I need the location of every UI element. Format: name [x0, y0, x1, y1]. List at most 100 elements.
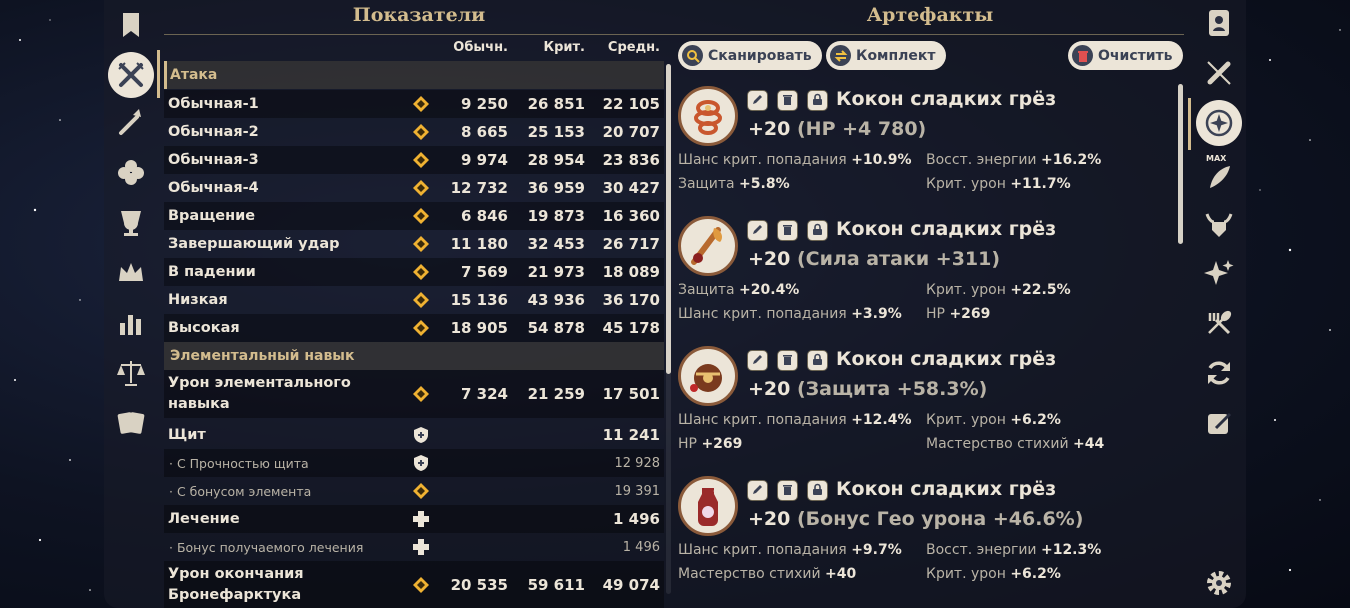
- stat-average: 22 105: [602, 95, 660, 113]
- artifact-card[interactable]: Кокон сладких грёз +20 (Сила атаки +311) З…: [678, 212, 1178, 342]
- delete-button[interactable]: [777, 480, 798, 501]
- trash-icon: [781, 221, 794, 240]
- artifact-name: Кокон сладких грёз: [836, 88, 1057, 110]
- artifact-substat: Защита +5.8%: [678, 176, 790, 192]
- clear-button[interactable]: Очистить: [1068, 41, 1183, 70]
- character-card-icon[interactable]: [1202, 6, 1236, 40]
- stat-label: Обычная-2: [168, 124, 259, 140]
- artifact-card[interactable]: Кокон сладких грёз +20 (Защита +58.3%) Шан…: [678, 342, 1178, 472]
- stat-average: 45 178: [602, 319, 660, 337]
- artifact-substat: Шанс крит. попадания +10.9%: [678, 152, 912, 168]
- sparkles-icon[interactable]: [1202, 256, 1236, 290]
- flower-icon[interactable]: [110, 152, 152, 194]
- lock-button[interactable]: [807, 480, 828, 501]
- pencil-icon: [751, 351, 764, 370]
- pencil-icon: [751, 221, 764, 240]
- artifact-substat: Крит. урон +11.7%: [926, 176, 1071, 192]
- edit-button[interactable]: [747, 480, 768, 501]
- lock-icon: [811, 351, 824, 370]
- stat-row-attack: Вращение 6 846 19 873 16 360: [164, 202, 664, 230]
- pencil-icon: [751, 91, 764, 110]
- sword-upgrade-icon[interactable]: [110, 102, 152, 144]
- stat-label: Вращение: [168, 208, 256, 224]
- artifact-image[interactable]: [678, 86, 738, 146]
- stat-crit: 26 851: [527, 95, 585, 113]
- constellation-icon[interactable]: [1196, 100, 1242, 146]
- stat-row-attack: Обычная-3 9 974 28 954 23 836: [164, 146, 664, 174]
- stat-label: Завершающий удар: [168, 236, 340, 252]
- stat-average: 20 707: [602, 123, 660, 141]
- sword-off-icon[interactable]: [1202, 56, 1236, 90]
- set-button[interactable]: Комплект: [826, 41, 946, 70]
- feather-icon[interactable]: [1202, 160, 1236, 194]
- artifact-main-stat: (HP +4 780): [797, 118, 927, 140]
- horned-helmet-icon[interactable]: [1202, 208, 1236, 242]
- refresh-icon[interactable]: [1202, 356, 1236, 390]
- artifact-card[interactable]: Кокон сладких грёз +20 (Бонус Гео урона +…: [678, 472, 1178, 602]
- shield-icon: [414, 455, 428, 471]
- scan-button[interactable]: Сканировать: [678, 41, 822, 70]
- stat-crit: 21 973: [527, 263, 585, 281]
- stat-normal: 7 569: [461, 263, 508, 281]
- artifact-substat: Мастерство стихий +40: [678, 566, 857, 582]
- stat-crit: 25 153: [527, 123, 585, 141]
- geo-element-icon: [413, 124, 429, 140]
- stat-row-armor-end: Урон окончания Бронефарктука 20 535 59 6…: [164, 561, 664, 608]
- artifact-image[interactable]: [678, 346, 738, 406]
- delete-button[interactable]: [777, 350, 798, 371]
- artifact-card[interactable]: Кокон сладких грёз +20 (HP +4 780) Шанс кр…: [678, 82, 1178, 212]
- artifact-substat: HP +269: [926, 306, 991, 322]
- stat-normal: 12 732: [450, 179, 508, 197]
- stat-crit: 19 873: [527, 207, 585, 225]
- stat-row-skill-dmg: Урон элементального навыка 7 324 21 259 …: [164, 370, 664, 418]
- stat-label: В падении: [168, 264, 256, 280]
- artifact-image[interactable]: [678, 216, 738, 276]
- trash-icon: [781, 351, 794, 370]
- artifacts-scrollbar[interactable]: [1178, 84, 1183, 244]
- column-header-crit: Крит.: [543, 40, 585, 55]
- gear-icon[interactable]: [1202, 566, 1236, 600]
- scales-icon[interactable]: [110, 352, 152, 394]
- section-header-attack: Атака: [164, 61, 664, 89]
- cutlery-icon[interactable]: [1202, 306, 1236, 340]
- stats-panel-title: Показатели: [352, 4, 486, 26]
- geo-element-icon: [413, 320, 429, 336]
- delete-button[interactable]: [777, 220, 798, 241]
- artifact-level: +20 (HP +4 780): [748, 118, 927, 140]
- crown-icon[interactable]: [110, 252, 152, 294]
- notes-icon[interactable]: [1202, 406, 1236, 440]
- stat-normal: 11 180: [450, 235, 508, 253]
- stat-row-healing: Лечение 1 496: [164, 505, 664, 533]
- artifact-image[interactable]: [678, 476, 738, 536]
- lock-button[interactable]: [807, 220, 828, 241]
- stats-scrollbar[interactable]: [666, 64, 671, 374]
- bookmark-icon[interactable]: [110, 4, 152, 46]
- lock-icon: [811, 481, 824, 500]
- lock-button[interactable]: [807, 90, 828, 111]
- geo-element-icon: [413, 96, 429, 112]
- stat-average: 30 427: [602, 179, 660, 197]
- artifact-substat: Восст. энергии +16.2%: [926, 152, 1102, 168]
- crossed-swords-icon[interactable]: [108, 52, 154, 98]
- section-header-skill: Элементальный навык: [164, 342, 664, 370]
- trash-icon: [781, 91, 794, 110]
- bar-chart-icon[interactable]: [110, 302, 152, 344]
- stat-row-attack: Обычная-1 9 250 26 851 22 105: [164, 90, 664, 118]
- stat-label: Обычная-3: [168, 152, 259, 168]
- stat-row-shield: Щит 11 241: [168, 426, 660, 444]
- trash-icon: [781, 481, 794, 500]
- artifact-name: Кокон сладких грёз: [836, 218, 1057, 240]
- stat-average: 26 717: [602, 235, 660, 253]
- cards-icon[interactable]: [110, 402, 152, 444]
- lock-button[interactable]: [807, 350, 828, 371]
- edit-button[interactable]: [747, 350, 768, 371]
- geo-element-icon: [413, 264, 429, 280]
- stat-crit: 28 954: [527, 151, 585, 169]
- trash-icon: [1072, 45, 1093, 66]
- artifacts-panel-title: Артефакты: [866, 4, 994, 26]
- goblet-icon[interactable]: [110, 202, 152, 244]
- geo-element-icon: [413, 180, 429, 196]
- delete-button[interactable]: [777, 90, 798, 111]
- edit-button[interactable]: [747, 90, 768, 111]
- edit-button[interactable]: [747, 220, 768, 241]
